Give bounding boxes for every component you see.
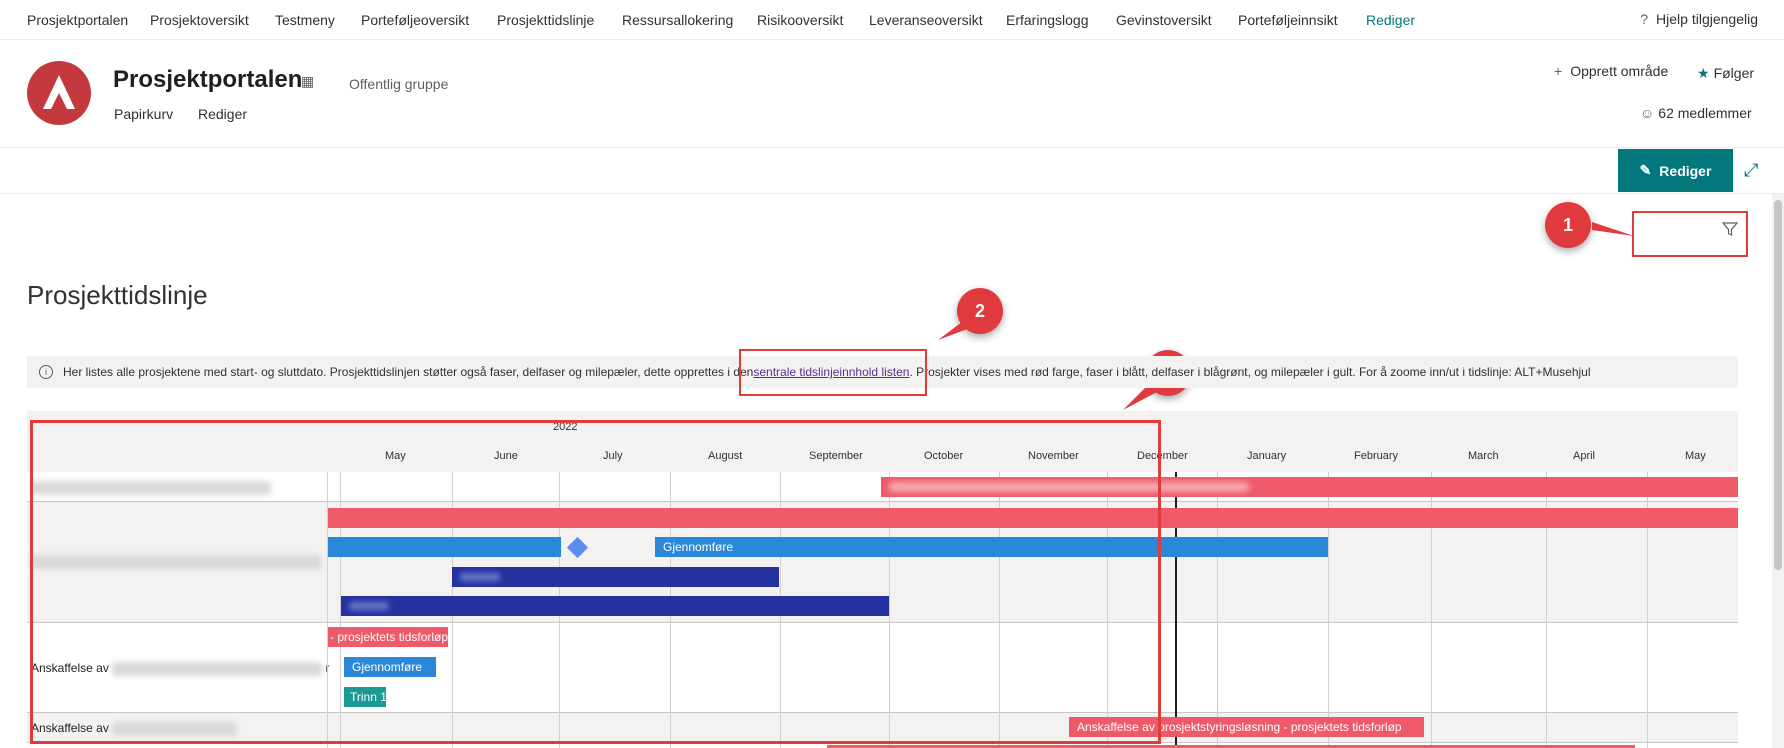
- callout-arrow-icon: [938, 322, 970, 340]
- month-label: January: [1247, 450, 1287, 462]
- info-icon: i: [39, 365, 53, 379]
- nav-item-prosjektoversikt[interactable]: Prosjektoversikt: [150, 12, 249, 28]
- pencil-icon: ✎: [1639, 162, 1652, 178]
- help-link[interactable]: ? Hjelp tilgjengelig: [1640, 11, 1758, 27]
- star-icon: ★: [1697, 65, 1710, 81]
- page-scrollbar[interactable]: [1772, 194, 1784, 748]
- scrollbar-thumb[interactable]: [1774, 200, 1782, 570]
- help-icon: ?: [1640, 11, 1649, 27]
- recycle-bin-link[interactable]: Papirkurv: [114, 106, 173, 122]
- month-label: April: [1573, 450, 1596, 462]
- info-text-prefix: Her listes alle prosjektene med start- o…: [63, 365, 754, 379]
- nav-item-ressursallokering[interactable]: Ressursallokering: [622, 12, 733, 28]
- follow-button[interactable]: ★ Følger: [1697, 65, 1754, 82]
- nav-item-gevinstoversikt[interactable]: Gevinstoversikt: [1116, 12, 1212, 28]
- timeline-highlight: [30, 420, 1161, 744]
- site-header: Prosjektportalen ▦ Offentlig gruppe Papi…: [0, 40, 1784, 148]
- person-icon: ☺: [1640, 105, 1655, 121]
- edit-links-link[interactable]: Rediger: [198, 106, 247, 122]
- nav-item-erfaringslogg[interactable]: Erfaringslogg: [1006, 12, 1089, 28]
- nav-item-portefoljeoversikt[interactable]: Porteføljeoversikt: [361, 12, 469, 28]
- members-label: 62 medlemmer: [1658, 105, 1752, 121]
- month-label: March: [1468, 450, 1499, 462]
- page-title: Prosjekttidslinje: [27, 280, 208, 310]
- top-navigation: Prosjektportalen Prosjektoversikt Testme…: [0, 0, 1784, 40]
- month-label: May: [1685, 450, 1706, 462]
- nav-item-testmeny[interactable]: Testmeny: [275, 12, 335, 28]
- month-label: February: [1354, 450, 1399, 462]
- command-bar: ✎ Rediger ⤢: [0, 148, 1784, 194]
- follow-label: Følger: [1713, 65, 1755, 81]
- site-title[interactable]: Prosjektportalen: [113, 66, 302, 94]
- callout-badge: 1: [1545, 202, 1591, 248]
- logo-mark-icon: [43, 75, 75, 109]
- nav-item-portefoljeinnsikt[interactable]: Porteføljeinnsikt: [1238, 12, 1338, 28]
- help-label: Hjelp tilgjengelig: [1656, 11, 1758, 27]
- create-site-button[interactable]: + Opprett område: [1554, 63, 1668, 79]
- callout-arrow-icon: [1592, 222, 1634, 236]
- nav-item-leveranseoversikt[interactable]: Leveranseoversikt: [869, 12, 983, 28]
- nav-item-prosjektportalen[interactable]: Prosjektportalen: [27, 12, 128, 28]
- create-site-label: Opprett område: [1570, 63, 1669, 79]
- info-text-suffix: . Prosjekter vises med rød farge, faser …: [909, 365, 1591, 379]
- edit-page-label: Rediger: [1659, 162, 1712, 179]
- filter-icon[interactable]: [1721, 221, 1739, 242]
- nav-item-rediger[interactable]: Rediger: [1366, 12, 1415, 28]
- group-type-label: Offentlig gruppe: [349, 76, 449, 92]
- link-highlight: [739, 349, 927, 396]
- members-button[interactable]: ☺ 62 medlemmer: [1640, 105, 1752, 121]
- nav-item-risikooversikt[interactable]: Risikooversikt: [757, 12, 843, 28]
- expand-icon[interactable]: ⤢: [1744, 160, 1758, 181]
- plus-icon: +: [1554, 63, 1563, 79]
- teams-icon[interactable]: ▦: [301, 73, 314, 90]
- edit-page-button[interactable]: ✎ Rediger: [1618, 149, 1733, 192]
- nav-item-prosjekttidslinje[interactable]: Prosjekttidslinje: [497, 12, 594, 28]
- filter-highlight: [1632, 211, 1748, 257]
- site-logo[interactable]: [27, 61, 91, 125]
